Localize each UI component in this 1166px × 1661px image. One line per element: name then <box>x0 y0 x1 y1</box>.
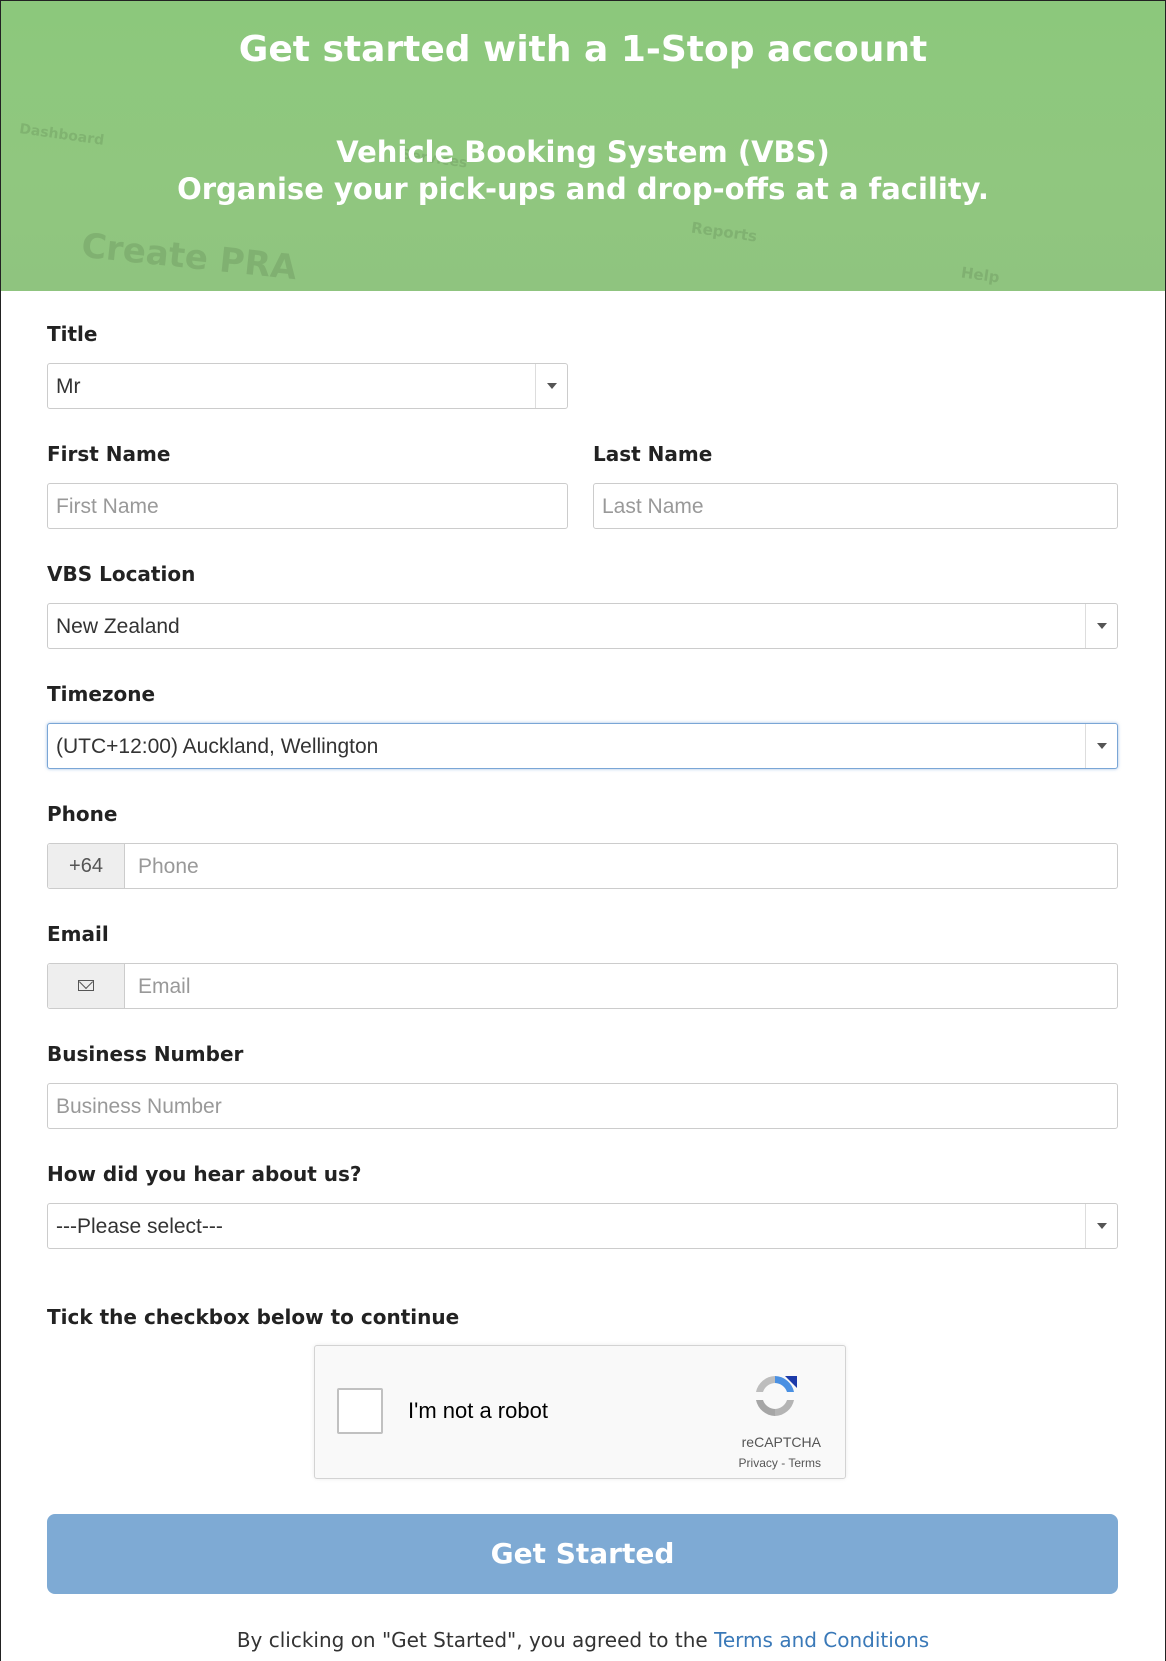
banner-background-decoration: Reports <box>690 218 759 246</box>
page-title: Get started with a 1-Stop account <box>238 29 928 70</box>
phone-country-code: +64 <box>48 844 125 888</box>
title-label: Title <box>47 322 98 346</box>
email-placeholder: Email <box>138 975 191 998</box>
business-number-placeholder: Business Number <box>56 1095 222 1118</box>
referral-label: How did you hear about us? <box>47 1162 362 1186</box>
referral-select[interactable]: ---Please select--- <box>47 1203 1118 1249</box>
captcha-instruction: Tick the checkbox below to continue <box>47 1305 460 1329</box>
phone-placeholder: Phone <box>138 855 199 878</box>
envelope-icon <box>78 979 94 991</box>
last-name-label: Last Name <box>593 442 713 466</box>
first-name-input[interactable]: First Name <box>47 483 568 529</box>
last-name-placeholder: Last Name <box>602 495 704 518</box>
subtitle-line-1: Vehicle Booking System (VBS) <box>336 135 830 169</box>
chevron-down-icon[interactable] <box>1085 1204 1117 1248</box>
hero-banner: Dashboard Services Create PRA Reports He… <box>1 1 1165 291</box>
title-select[interactable]: Mr <box>47 363 568 409</box>
page-subtitle: Vehicle Booking System (VBS) Organise yo… <box>1 134 1165 208</box>
vbs-location-value: New Zealand <box>56 615 180 638</box>
recaptcha-privacy-terms[interactable]: Privacy - Terms <box>739 1456 821 1470</box>
chevron-down-icon[interactable] <box>1085 724 1117 768</box>
email-input[interactable]: Email <box>47 963 1118 1009</box>
recaptcha-checkbox[interactable] <box>337 1388 383 1434</box>
chevron-down-icon[interactable] <box>1085 604 1117 648</box>
terms-link[interactable]: Terms and Conditions <box>714 1628 929 1652</box>
timezone-select[interactable]: (UTC+12:00) Auckland, Wellington <box>47 723 1118 769</box>
phone-input[interactable]: +64 Phone <box>47 843 1118 889</box>
first-name-placeholder: First Name <box>56 495 159 518</box>
recaptcha-brand: reCAPTCHA <box>741 1434 821 1450</box>
email-label: Email <box>47 922 109 946</box>
title-select-value: Mr <box>56 375 81 398</box>
email-addon <box>48 964 125 1008</box>
recaptcha-logo-icon <box>756 1376 797 1416</box>
recaptcha-widget: I'm not a robot reCAPTCHA Privacy - Term… <box>314 1345 846 1479</box>
chevron-down-icon[interactable] <box>535 364 567 408</box>
referral-value: ---Please select--- <box>56 1215 223 1238</box>
first-name-label: First Name <box>47 442 171 466</box>
recaptcha-label: I'm not a robot <box>408 1398 548 1423</box>
banner-background-decoration: Help <box>959 263 1001 287</box>
vbs-location-label: VBS Location <box>47 562 196 586</box>
subtitle-line-2: Organise your pick-ups and drop-offs at … <box>177 172 989 206</box>
phone-label: Phone <box>47 802 118 826</box>
banner-background-decoration: Create PRA <box>79 225 299 289</box>
vbs-location-select[interactable]: New Zealand <box>47 603 1118 649</box>
business-number-input[interactable]: Business Number <box>47 1083 1118 1129</box>
terms-text: By clicking on "Get Started", you agreed… <box>236 1628 715 1652</box>
terms-notice: By clicking on "Get Started", you agreed… <box>0 1628 1166 1652</box>
last-name-input[interactable]: Last Name <box>593 483 1118 529</box>
timezone-label: Timezone <box>47 682 156 706</box>
timezone-value: (UTC+12:00) Auckland, Wellington <box>56 735 379 758</box>
business-number-label: Business Number <box>47 1042 244 1066</box>
get-started-button[interactable]: Get Started <box>47 1514 1118 1594</box>
